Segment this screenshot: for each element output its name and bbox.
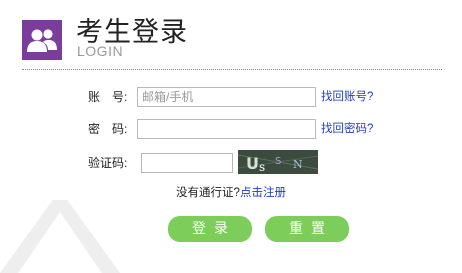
recover-account-link[interactable]: 找回账号? xyxy=(321,86,373,108)
captcha-input[interactable] xyxy=(141,153,233,173)
svg-text:N: N xyxy=(293,158,303,171)
page-subtitle: LOGIN xyxy=(77,43,124,59)
login-button[interactable]: 登录 xyxy=(168,216,252,242)
register-link[interactable]: 点击注册 xyxy=(240,187,286,199)
register-prefix: 没有通行证? xyxy=(176,187,240,199)
header-divider xyxy=(22,69,442,70)
reset-button[interactable]: 重置 xyxy=(265,216,349,242)
background-decoration xyxy=(0,200,120,273)
password-input[interactable] xyxy=(137,119,316,139)
account-label: 账 号: xyxy=(88,90,128,104)
recover-password-link[interactable]: 找回密码? xyxy=(321,118,373,140)
captcha-image[interactable]: U s S N xyxy=(238,150,318,174)
svg-text:S: S xyxy=(275,156,281,167)
captcha-label: 验证码: xyxy=(88,156,128,170)
account-input[interactable] xyxy=(137,87,316,107)
register-line: 没有通行证?点击注册 xyxy=(0,184,462,202)
svg-text:s: s xyxy=(259,160,265,174)
svg-text:U: U xyxy=(246,154,259,173)
users-icon xyxy=(22,20,62,60)
password-label: 密 码: xyxy=(88,122,128,136)
